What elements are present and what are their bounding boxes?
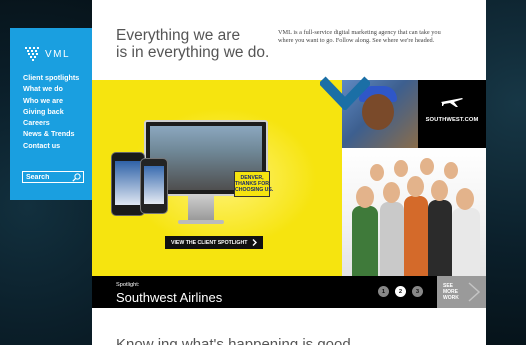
team-member-face [431, 180, 448, 201]
team-member-face [356, 186, 374, 208]
denver-sign: DENVER, THANKS FOR CHOOSING US. [234, 171, 273, 197]
nav-item-who-we-are[interactable]: Who we are [23, 95, 79, 106]
chevron-down-icon [320, 76, 370, 110]
headline-line-2: is in everything we do. [116, 44, 270, 61]
phone-screen-secondary [144, 166, 164, 204]
main-navigation: VML Client spotlights What we do Who we … [10, 28, 92, 200]
team-member-face [407, 176, 424, 197]
nav-list: Client spotlights What we do Who we are … [23, 72, 79, 151]
view-client-spotlight-button[interactable]: VIEW THE CLIENT SPOTLIGHT [165, 236, 264, 249]
nav-item-giving-back[interactable]: Giving back [23, 106, 79, 117]
team-member-face [444, 162, 458, 179]
search-icon[interactable] [72, 173, 81, 182]
view-client-spotlight-label: VIEW THE CLIENT SPOTLIGHT [171, 239, 248, 246]
slide-dot-1[interactable]: 1 [378, 286, 389, 297]
vml-logo-text: VML [45, 48, 71, 60]
nav-item-client-spotlights[interactable]: Client spotlights [23, 72, 79, 83]
spotlight-label: Spotlight: [116, 282, 140, 288]
team-photo [342, 148, 486, 276]
page-content: Everything we are is in everything we do… [92, 0, 486, 345]
vml-logo-mark-icon [25, 47, 39, 61]
hero-spotlight-image[interactable]: DENVER, THANKS FOR CHOOSING US. VIEW THE… [92, 80, 342, 276]
team-member-face [394, 160, 408, 177]
nav-item-news-trends[interactable]: News & Trends [23, 128, 79, 139]
team-member-shirt [428, 200, 452, 276]
see-more-work-label: SEE MORE WORK [443, 283, 459, 301]
spotlight-title[interactable]: Southwest Airlines [116, 290, 222, 305]
background-right [486, 0, 526, 345]
slide-dot-2[interactable]: 2 [395, 286, 406, 297]
slide-dot-3[interactable]: 3 [412, 286, 423, 297]
nav-item-careers[interactable]: Careers [23, 117, 79, 128]
team-member-shirt [352, 206, 378, 276]
slide-pager: 1 2 3 [378, 286, 423, 297]
vml-logo[interactable]: VML [25, 47, 70, 61]
team-member-shirt [452, 208, 480, 276]
search-input[interactable] [23, 172, 74, 182]
monitor-stand [188, 194, 214, 220]
see-more-work-button[interactable]: SEE MORE WORK [437, 276, 486, 308]
page-headline: Everything we are is in everything we do… [116, 27, 269, 61]
search-box [22, 171, 84, 183]
nav-item-contact-us[interactable]: Contact us [23, 140, 79, 151]
chevron-right-icon [252, 239, 258, 246]
phone-screen [115, 161, 141, 205]
chevron-right-icon [468, 282, 481, 302]
headline-line-1: Everything we are [116, 27, 241, 44]
spotlight-caption-bar: Spotlight: Southwest Airlines 1 2 3 SEE … [92, 276, 486, 308]
airplane-icon [441, 98, 463, 107]
southwest-logo-tile: SOUTHWEST.COM [418, 80, 486, 148]
team-member-face [420, 158, 434, 175]
nav-item-what-we-do[interactable]: What we do [23, 83, 79, 94]
monitor-foot [178, 220, 224, 224]
southwest-logo-text: SOUTHWEST.COM [425, 117, 479, 123]
team-member-shirt [404, 196, 428, 276]
team-member-face [383, 182, 400, 203]
team-member-face [370, 164, 384, 181]
phone-image-secondary [140, 158, 168, 214]
section-teaser-heading: Know ing what's happening is good [116, 336, 351, 345]
team-member-face [456, 188, 474, 210]
intro-text: VML is a full-service digital marketing … [278, 29, 441, 45]
team-member-shirt [380, 202, 404, 276]
